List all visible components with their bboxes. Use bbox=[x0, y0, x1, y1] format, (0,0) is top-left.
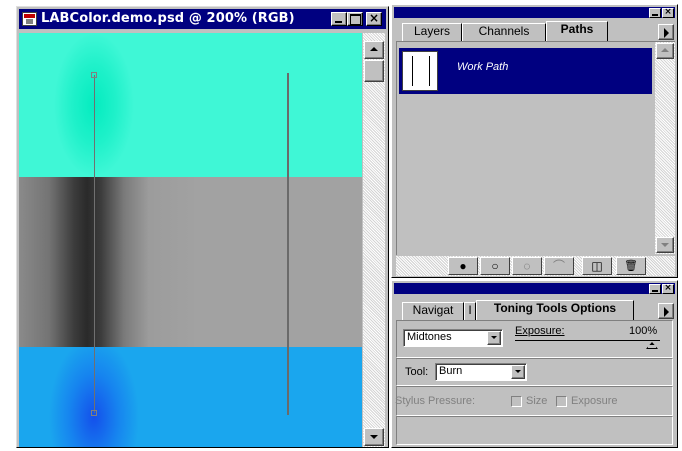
path-name: Work Path bbox=[457, 61, 509, 73]
close-button[interactable]: × bbox=[366, 12, 382, 26]
image-canvas[interactable] bbox=[19, 33, 362, 447]
document-vertical-scrollbar[interactable] bbox=[363, 33, 385, 447]
delete-path-button[interactable]: 🗑 bbox=[616, 257, 646, 275]
palette-close-button[interactable]: × bbox=[662, 8, 674, 18]
paths-palette: × Layers Channels Paths Work Path ● ○ ◌ … bbox=[391, 4, 678, 278]
tool-select-value: Burn bbox=[439, 365, 463, 377]
paths-list: Work Path bbox=[396, 41, 675, 255]
fill-path-icon: ● bbox=[459, 259, 467, 273]
close-icon: × bbox=[664, 283, 672, 293]
tool-select[interactable]: Burn bbox=[435, 363, 527, 381]
stylus-pressure-label: Stylus Pressure: bbox=[395, 395, 476, 407]
exposure-value: 100% bbox=[629, 325, 658, 337]
range-exposure-group: Midtones Exposure: 100% bbox=[396, 320, 673, 358]
close-icon: × bbox=[368, 11, 380, 25]
path-anchor-top[interactable] bbox=[91, 72, 97, 78]
work-path-icon: ⌒ bbox=[552, 259, 565, 273]
stroke-path-icon: ○ bbox=[491, 259, 499, 273]
close-icon: × bbox=[664, 7, 672, 17]
stylus-exposure-label: Exposure bbox=[571, 395, 618, 407]
maximize-button[interactable] bbox=[347, 12, 363, 26]
paths-palette-titlebar[interactable]: × bbox=[394, 7, 675, 18]
path-thumbnail bbox=[402, 51, 438, 91]
toning-tools-palette: × Navigat I Toning Tools Options Midtone… bbox=[391, 280, 678, 448]
tab-layers[interactable]: Layers bbox=[402, 23, 462, 41]
palette-close-button[interactable]: × bbox=[662, 284, 674, 294]
exposure-label: Exposure: bbox=[515, 325, 565, 337]
paths-vertical-scrollbar[interactable] bbox=[655, 42, 675, 254]
paths-toolbar: ● ○ ◌ ⌒ ◫ 🗑 bbox=[396, 256, 675, 276]
path-segment-left[interactable] bbox=[94, 75, 95, 413]
scroll-down-arrow-icon[interactable] bbox=[364, 428, 384, 446]
stylus-exposure-checkbox[interactable] bbox=[556, 396, 567, 407]
range-select-value: Midtones bbox=[407, 331, 452, 343]
make-work-path-button[interactable]: ⌒ bbox=[544, 257, 574, 275]
toning-palette-titlebar[interactable]: × bbox=[394, 283, 675, 294]
list-item-work-path[interactable]: Work Path bbox=[399, 48, 652, 94]
exposure-slider-thumb-inner bbox=[648, 345, 656, 348]
path-anchor-bottom[interactable] bbox=[91, 410, 97, 416]
document-title: LABColor.demo.psd @ 200% (RGB) bbox=[41, 11, 295, 26]
palette-menu-arrow-icon[interactable] bbox=[658, 303, 674, 319]
tab-paths[interactable]: Paths bbox=[546, 21, 608, 41]
range-select[interactable]: Midtones bbox=[403, 329, 503, 347]
scroll-thumb[interactable] bbox=[364, 60, 384, 82]
palette-minimize-button[interactable] bbox=[649, 284, 661, 294]
new-path-icon: ◫ bbox=[591, 259, 603, 273]
photoshop-document-icon bbox=[22, 12, 37, 26]
path-segment-right[interactable] bbox=[287, 73, 289, 415]
empty-options-group bbox=[396, 416, 673, 445]
stylus-size-checkbox[interactable] bbox=[511, 396, 522, 407]
selection-icon: ◌ bbox=[523, 259, 531, 273]
load-selection-button[interactable]: ◌ bbox=[512, 257, 542, 275]
palette-menu-arrow-icon[interactable] bbox=[658, 24, 674, 40]
stylus-pressure-group: Stylus Pressure: Size Exposure bbox=[395, 386, 673, 416]
palette-minimize-button[interactable] bbox=[649, 8, 661, 18]
stroke-path-button[interactable]: ○ bbox=[480, 257, 510, 275]
tool-label: Tool: bbox=[405, 366, 429, 378]
scroll-down-arrow-icon[interactable] bbox=[656, 237, 674, 253]
trash-icon: 🗑 bbox=[624, 260, 638, 272]
minimize-button[interactable] bbox=[331, 12, 347, 26]
tab-toning-tools-options[interactable]: Toning Tools Options bbox=[476, 300, 634, 320]
document-titlebar[interactable]: LABColor.demo.psd @ 200% (RGB) × bbox=[19, 9, 386, 29]
chevron-down-icon[interactable] bbox=[511, 365, 525, 379]
document-window: LABColor.demo.psd @ 200% (RGB) × bbox=[16, 6, 389, 448]
fill-path-button[interactable]: ● bbox=[448, 257, 478, 275]
scroll-up-arrow-icon[interactable] bbox=[656, 43, 674, 59]
stylus-size-label: Size bbox=[526, 395, 548, 407]
exposure-slider-track[interactable] bbox=[515, 340, 660, 341]
new-path-button[interactable]: ◫ bbox=[582, 257, 612, 275]
tool-group: Tool: Burn bbox=[396, 358, 673, 386]
scroll-up-arrow-icon[interactable] bbox=[364, 41, 384, 59]
tab-channels[interactable]: Channels bbox=[462, 23, 546, 41]
tab-navigator[interactable]: Navigat bbox=[402, 302, 464, 320]
tab-info[interactable]: I bbox=[464, 302, 476, 320]
chevron-down-icon[interactable] bbox=[487, 331, 501, 345]
